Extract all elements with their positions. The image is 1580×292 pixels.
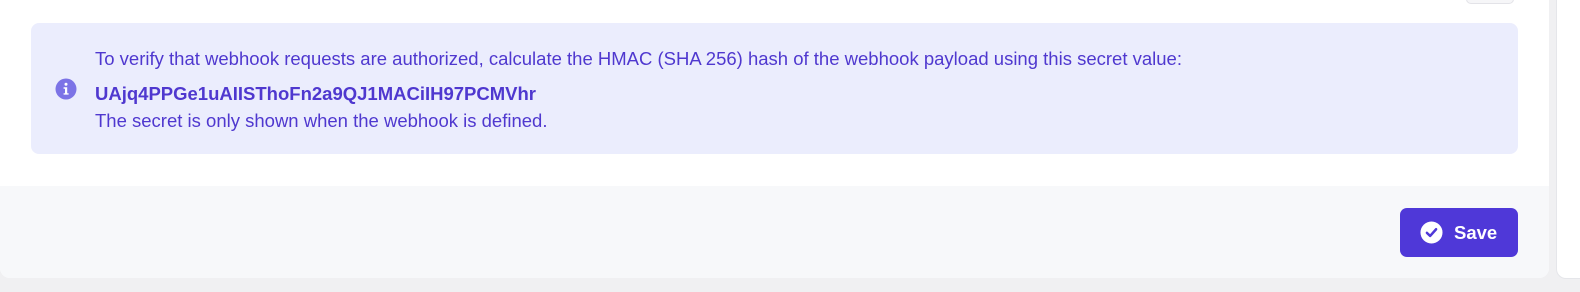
info-message: To verify that webhook requests are auth… (95, 48, 1182, 69)
info-note: The secret is only shown when the webhoo… (95, 110, 548, 131)
webhook-secret-info-box: To verify that webhook requests are auth… (31, 23, 1518, 154)
info-circle-icon (55, 78, 77, 100)
check-circle-icon (1420, 221, 1443, 244)
save-button[interactable]: Save (1400, 208, 1518, 257)
save-button-label: Save (1454, 222, 1498, 243)
adjacent-panel-edge (1556, 0, 1580, 279)
field-edge-remnant (1466, 0, 1514, 4)
webhook-secret-value: UAjq4PPGe1uAIISThoFn2a9QJ1MACiIH97PCMVhr (95, 83, 537, 104)
webhook-settings-card: To verify that webhook requests are auth… (0, 0, 1549, 278)
form-footer: Save (0, 186, 1549, 278)
info-text-block: To verify that webhook requests are auth… (95, 45, 1498, 134)
